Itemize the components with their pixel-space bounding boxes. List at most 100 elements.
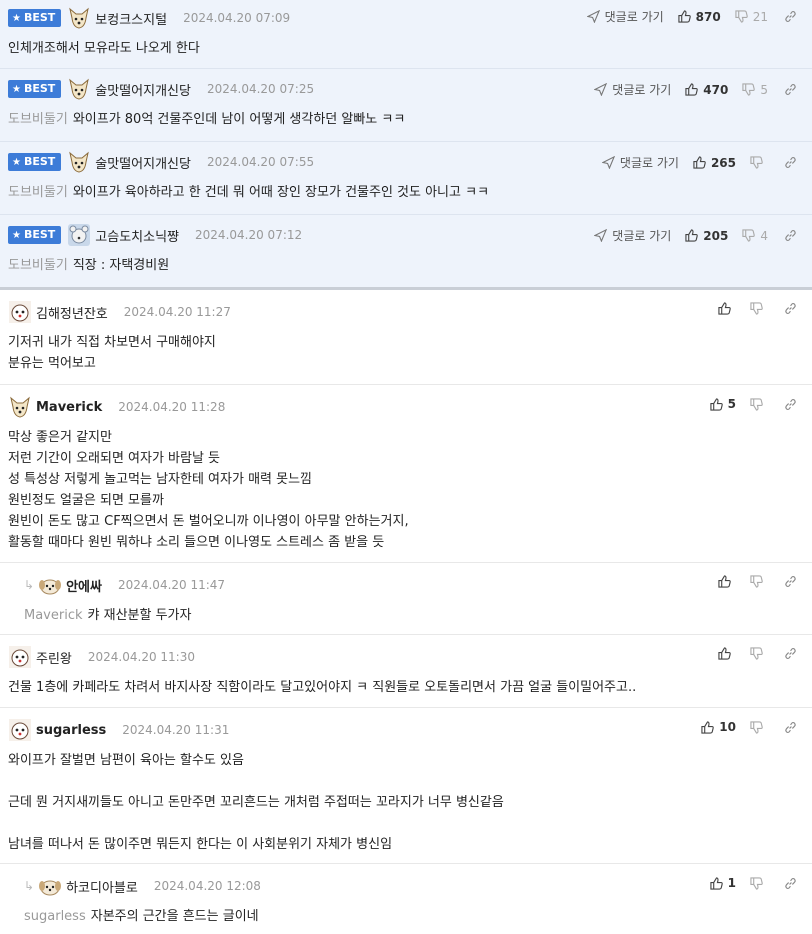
comment-author[interactable]: 술맛떨어지개신당 <box>95 80 191 99</box>
copy-link-button[interactable] <box>784 10 802 23</box>
comment-author[interactable]: 김해정년잔호 <box>36 303 108 322</box>
send-icon <box>601 156 615 169</box>
like-button[interactable]: 10 <box>701 720 736 734</box>
like-button[interactable]: 205 <box>685 229 728 243</box>
dislike-button[interactable] <box>750 876 768 890</box>
thumbs-down-icon <box>742 229 756 242</box>
comment-text: 와이프가 잘벌면 남편이 육아는 할수도 있음 근데 뭔 거지새끼들도 아니고 … <box>8 753 504 852</box>
comment-text: 도브비둘기 직장 : 자택경비원 <box>8 258 170 273</box>
dog-avatar-icon[interactable] <box>67 150 91 174</box>
reply-link[interactable]: 댓글로 가기 <box>594 81 671 98</box>
best-badge: ★ BEST <box>8 153 62 171</box>
reply-target[interactable]: sugarless <box>24 909 86 924</box>
best-badge: ★ BEST <box>8 9 62 27</box>
link-icon <box>785 302 796 315</box>
thumbs-up-icon <box>685 83 699 96</box>
thumbs-down-icon <box>742 83 756 96</box>
dislike-button[interactable]: 21 <box>735 10 768 24</box>
star-icon: ★ <box>12 13 21 24</box>
comment-text: 인체개조해서 모유라도 나오게 한다 <box>8 41 200 56</box>
like-count: 1 <box>727 876 736 890</box>
puppy-avatar-icon[interactable] <box>38 573 62 597</box>
thumbs-down-icon <box>750 302 763 315</box>
reply-comment: ↳ 안에싸 2024.04.20 11:47 Maverick 캬 재산분할 두가… <box>0 563 812 635</box>
thumbs-up-icon <box>710 397 723 411</box>
star-icon: ★ <box>12 157 21 168</box>
best-comment: ★ BEST 고슴도치소닉쨩 2024.04.20 07:12 댓글로 가기 20… <box>0 215 812 287</box>
dog-avatar-icon[interactable] <box>8 645 32 669</box>
star-icon: ★ <box>12 230 21 241</box>
comment-text: 기저귀 내가 직접 차보면서 구매해야지 분유는 먹어보고 <box>8 335 216 371</box>
reply-link[interactable]: 댓글로 가기 <box>594 227 671 244</box>
best-badge: ★ BEST <box>8 80 62 98</box>
comment-author[interactable]: 고슴도치소닉쨩 <box>95 226 179 245</box>
link-icon <box>785 229 796 242</box>
comment-date: 2024.04.20 07:09 <box>183 11 291 25</box>
link-icon <box>785 721 796 733</box>
comment-author[interactable]: 술맛떨어지개신당 <box>95 153 191 172</box>
bear-avatar-icon[interactable] <box>67 223 91 247</box>
like-button[interactable]: 5 <box>710 397 736 411</box>
comment: sugarless 2024.04.20 11:31 10 와이프가 잘벌면 남… <box>0 708 812 864</box>
dislike-button[interactable] <box>750 302 768 315</box>
best-comment: ★ BEST 술맛떨어지개신당 2024.04.20 07:55 댓글로 가기 2… <box>0 142 812 215</box>
like-button[interactable]: 265 <box>693 156 736 170</box>
dislike-count: 5 <box>760 82 768 97</box>
comment-author[interactable]: sugarless <box>36 723 106 738</box>
dislike-button[interactable] <box>750 397 768 411</box>
dog-avatar-icon[interactable] <box>8 395 32 419</box>
puppy-avatar-icon[interactable] <box>38 874 62 898</box>
reply-target[interactable]: 도브비둘기 <box>8 112 68 127</box>
dog-avatar-icon[interactable] <box>67 77 91 101</box>
dog-avatar-icon[interactable] <box>67 6 91 30</box>
best-badge: ★ BEST <box>8 226 62 244</box>
comment: 주린왕 2024.04.20 11:30 건물 1층에 카페라도 차려서 바지사… <box>0 635 812 708</box>
like-button[interactable] <box>718 575 736 588</box>
reply-target[interactable]: 도브비둘기 <box>8 258 68 273</box>
send-icon <box>594 229 608 242</box>
dislike-button[interactable] <box>750 575 768 588</box>
dog-avatar-icon[interactable] <box>8 300 32 324</box>
thumbs-down-icon <box>750 397 763 411</box>
reply-link[interactable]: 댓글로 가기 <box>586 8 664 25</box>
copy-link-button[interactable] <box>784 647 802 660</box>
copy-link-button[interactable] <box>784 302 802 315</box>
comment-date: 2024.04.20 11:31 <box>122 723 230 737</box>
dislike-button[interactable] <box>750 647 768 660</box>
reply-link[interactable]: 댓글로 가기 <box>601 154 679 171</box>
like-button[interactable] <box>718 302 736 315</box>
copy-link-button[interactable] <box>784 156 802 169</box>
thumbs-up-icon <box>710 876 723 890</box>
comment-author[interactable]: Maverick <box>36 400 102 415</box>
link-icon <box>785 398 796 410</box>
copy-link-button[interactable] <box>784 83 802 96</box>
copy-link-button[interactable] <box>784 575 802 588</box>
dislike-button[interactable]: 5 <box>742 83 768 97</box>
copy-link-button[interactable] <box>784 398 802 411</box>
comment-date: 2024.04.20 07:55 <box>206 155 315 169</box>
like-button[interactable] <box>718 647 736 660</box>
best-comments-section: ★ BEST 보컹크스지털 2024.04.20 07:09 댓글로 가기 870… <box>0 0 812 290</box>
reply-target[interactable]: 도브비둘기 <box>8 185 68 200</box>
comment: Maverick 2024.04.20 11:28 5 막상 좋은거 같지만 저… <box>0 385 812 563</box>
dislike-button[interactable] <box>750 156 768 169</box>
copy-link-button[interactable] <box>784 229 802 242</box>
copy-link-button[interactable] <box>784 721 802 734</box>
dog-avatar-icon[interactable] <box>8 718 32 742</box>
comment-list: 김해정년잔호 2024.04.20 11:27 기저귀 내가 직접 차보면서 구… <box>0 290 812 934</box>
comment-author[interactable]: 보컹크스지털 <box>95 9 167 28</box>
dislike-button[interactable]: 4 <box>742 229 768 243</box>
like-button[interactable]: 470 <box>685 83 728 97</box>
comment-author[interactable]: 주린왕 <box>36 648 72 667</box>
like-button[interactable]: 1 <box>710 876 736 890</box>
dislike-count: 4 <box>760 228 768 243</box>
comment-text: sugarless 자본주의 근간을 흔드는 글이네 <box>24 909 259 924</box>
copy-link-button[interactable] <box>784 877 802 890</box>
comment-author[interactable]: 하코디아블로 <box>66 877 138 896</box>
reply-target[interactable]: Maverick <box>24 608 83 623</box>
comment-author[interactable]: 안에싸 <box>66 576 102 595</box>
thumbs-up-icon <box>718 647 731 660</box>
like-count: 265 <box>710 155 736 170</box>
dislike-button[interactable] <box>750 720 768 734</box>
like-button[interactable]: 870 <box>678 10 721 24</box>
